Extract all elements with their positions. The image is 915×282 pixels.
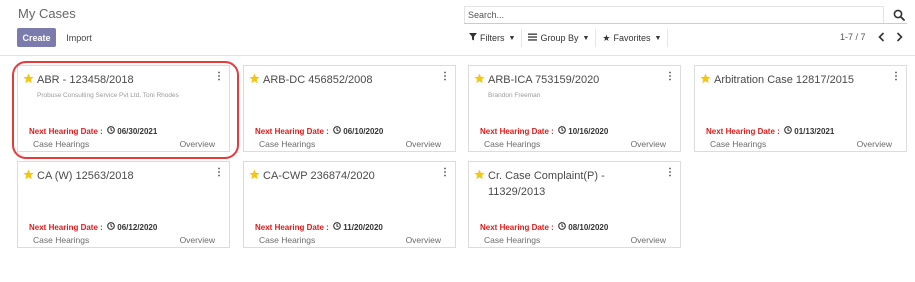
pager-value[interactable]: 1-7 / 7	[840, 32, 866, 42]
clock-icon	[107, 222, 115, 232]
case-card[interactable]: Cr. Case Complaint(P) - 11329/2013 ⋮ Nex…	[468, 161, 681, 248]
case-hearings-link[interactable]: Case Hearings	[33, 235, 89, 245]
next-hearing-date: Next Hearing Date : 01/13/2021	[706, 126, 834, 136]
clock-icon	[333, 222, 341, 232]
next-hearing-label: Next Hearing Date :	[706, 127, 780, 136]
case-card[interactable]: Arbitration Case 12817/2015 ⋮ Next Heari…	[694, 65, 907, 152]
next-hearing-date: Next Hearing Date : 08/10/2020	[480, 222, 608, 232]
clock-icon	[784, 126, 792, 136]
clock-icon	[333, 126, 341, 136]
case-hearings-link[interactable]: Case Hearings	[484, 139, 540, 149]
page-title: My Cases	[18, 6, 76, 21]
overview-link[interactable]: Overview	[406, 139, 441, 149]
case-hearings-link[interactable]: Case Hearings	[710, 139, 766, 149]
star-icon: ★	[602, 32, 611, 43]
next-hearing-date: Next Hearing Date : 10/16/2020	[480, 126, 608, 136]
next-hearing-label: Next Hearing Date :	[255, 223, 329, 232]
overview-link[interactable]: Overview	[857, 139, 892, 149]
caret-down-icon: ▼	[582, 34, 590, 42]
case-card[interactable]: CA-CWP 236874/2020 ⋮ Next Hearing Date :…	[243, 161, 456, 248]
hearing-date: 10/16/2020	[568, 127, 609, 136]
filters-dropdown[interactable]: Filters ▼	[463, 29, 523, 47]
next-hearing-date: Next Hearing Date : 06/12/2020	[29, 222, 157, 232]
overview-link[interactable]: Overview	[631, 235, 666, 245]
next-hearing-label: Next Hearing Date :	[480, 127, 554, 136]
overview-link[interactable]: Overview	[406, 235, 441, 245]
chevron-right-icon[interactable]	[893, 30, 905, 44]
create-button[interactable]: Create	[17, 28, 56, 47]
case-name: ARB-DC 456852/2008	[263, 74, 373, 86]
search-bar	[464, 6, 907, 24]
control-panel-divider	[0, 55, 915, 56]
case-hearings-link[interactable]: Case Hearings	[259, 139, 315, 149]
case-name: CA-CWP 236874/2020	[263, 170, 375, 182]
search-options: Filters ▼ Group By ▼ ★ Favorites ▼	[463, 29, 669, 47]
favorites-label: Favorites	[613, 33, 651, 43]
clock-icon	[558, 222, 566, 232]
star-icon[interactable]	[249, 73, 260, 84]
star-icon[interactable]	[474, 169, 485, 180]
filters-label: Filters	[480, 33, 505, 43]
group-by-dropdown[interactable]: Group By ▼	[522, 29, 597, 47]
next-hearing-date: Next Hearing Date : 11/20/2020	[255, 222, 383, 232]
kebab-menu-icon[interactable]: ⋮	[440, 71, 450, 82]
case-card[interactable]: ARB-ICA 753159/2020 ⋮ Brandon Freeman Ne…	[468, 65, 681, 152]
next-hearing-label: Next Hearing Date :	[480, 223, 554, 232]
case-client: Brandon Freeman	[488, 92, 541, 99]
group-by-label: Group By	[540, 33, 579, 43]
star-icon[interactable]	[23, 169, 34, 180]
star-icon[interactable]	[700, 73, 711, 84]
caret-down-icon: ▼	[654, 34, 662, 42]
next-hearing-label: Next Hearing Date :	[255, 127, 329, 136]
case-card[interactable]: ARB-DC 456852/2008 ⋮ Next Hearing Date :…	[243, 65, 456, 152]
kebab-menu-icon[interactable]: ⋮	[214, 167, 224, 178]
case-card[interactable]: CA (W) 12563/2018 ⋮ Next Hearing Date : …	[17, 161, 230, 248]
clock-icon	[558, 126, 566, 136]
hearing-date: 06/12/2020	[117, 223, 158, 232]
hearing-date: 06/10/2020	[343, 127, 384, 136]
kebab-menu-icon[interactable]: ⋮	[440, 167, 450, 178]
case-hearings-link[interactable]: Case Hearings	[259, 235, 315, 245]
kebab-menu-icon[interactable]: ⋮	[665, 167, 675, 178]
star-icon[interactable]	[474, 73, 485, 84]
kebab-menu-icon[interactable]: ⋮	[891, 71, 901, 82]
case-name: CA (W) 12563/2018	[37, 170, 134, 182]
case-name: Cr. Case Complaint(P) - 11329/2013	[488, 170, 605, 198]
favorites-dropdown[interactable]: ★ Favorites ▼	[596, 29, 669, 47]
import-button[interactable]: Import	[61, 28, 97, 47]
search-icon[interactable]	[893, 9, 905, 21]
next-hearing-label: Next Hearing Date :	[29, 223, 103, 232]
group-by-icon	[528, 33, 538, 43]
filter-icon	[469, 33, 477, 43]
overview-link[interactable]: Overview	[180, 235, 215, 245]
star-icon[interactable]	[249, 169, 260, 180]
case-name: Arbitration Case 12817/2015	[714, 74, 855, 86]
hearing-date: 08/10/2020	[568, 223, 609, 232]
overview-link[interactable]: Overview	[631, 139, 666, 149]
case-hearings-link[interactable]: Case Hearings	[484, 235, 540, 245]
highlight-annotation	[12, 61, 239, 159]
caret-down-icon: ▼	[508, 34, 516, 42]
next-hearing-date: Next Hearing Date : 06/10/2020	[255, 126, 383, 136]
hearing-date: 01/13/2021	[794, 127, 835, 136]
hearing-date: 11/20/2020	[343, 223, 383, 232]
kebab-menu-icon[interactable]: ⋮	[665, 71, 675, 82]
case-name: ARB-ICA 753159/2020	[488, 74, 600, 86]
search-input[interactable]	[464, 6, 884, 23]
chevron-left-icon[interactable]	[875, 30, 887, 44]
cases-kanban-view: My Cases Create Import Filters ▼ Group B…	[0, 0, 915, 282]
